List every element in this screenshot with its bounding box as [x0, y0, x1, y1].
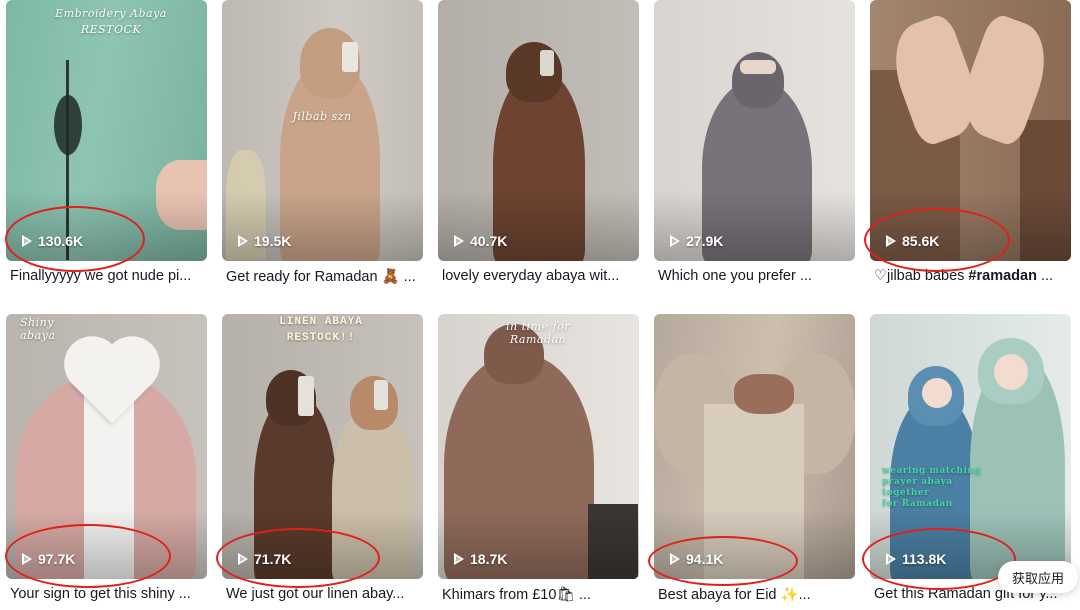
play-icon [670, 235, 680, 247]
video-card[interactable]: Shiny abaya 97.7K Your sign to get this … [6, 314, 207, 610]
phone [540, 50, 554, 76]
overlay-text: Shiny abaya [20, 316, 56, 342]
video-card[interactable]: LINEN ABAYA RESTOCK!! 71.7K We just got … [222, 314, 423, 610]
view-count: 40.7K [454, 233, 507, 249]
play-icon [454, 553, 464, 565]
play-icon [238, 235, 248, 247]
view-count-value: 113.8K [902, 551, 947, 567]
play-icon [22, 553, 32, 565]
overlay-text: wearing matching prayer abaya together f… [882, 466, 982, 509]
caption-suffix: ... [1036, 268, 1054, 284]
video-caption[interactable]: Your sign to get this shiny ... [10, 586, 207, 602]
video-thumbnail[interactable]: Shiny abaya 97.7K [6, 314, 207, 579]
play-icon [886, 553, 896, 565]
embroidery-motif [54, 95, 82, 155]
get-app-label: 获取应用 [1011, 570, 1064, 586]
video-caption[interactable]: Khimars from £10🛍 ... [442, 586, 639, 603]
video-grid: Embroidery Abaya RESTOCK 130.6K Finallyy… [0, 0, 1080, 610]
face [740, 60, 776, 74]
video-card[interactable]: 40.7K lovely everyday abaya wit... [438, 0, 639, 300]
video-thumbnail[interactable]: Jilbab szn 19.5K [222, 0, 423, 261]
video-caption[interactable]: Get ready for Ramadan 🧸 ... [226, 268, 423, 285]
video-thumbnail[interactable]: 85.6K [870, 0, 1071, 261]
hashtag-link[interactable]: #ramadan [968, 268, 1037, 284]
video-caption[interactable]: ♡jilbab babes #ramadan ... [874, 268, 1071, 284]
video-thumbnail[interactable]: in time for Ramadan 18.7K [438, 314, 639, 579]
video-caption[interactable]: We just got our linen abay... [226, 586, 423, 602]
video-thumbnail[interactable]: 40.7K [438, 0, 639, 261]
view-count-value: 71.7K [254, 551, 292, 567]
video-caption[interactable]: Finallyyyyy we got nude pi... [10, 268, 207, 284]
video-card[interactable]: 27.9K Which one you prefer ... [654, 0, 855, 300]
play-icon [886, 235, 896, 247]
video-thumbnail[interactable]: wearing matching prayer abaya together f… [870, 314, 1071, 579]
hands [734, 374, 794, 414]
view-count: 18.7K [454, 551, 507, 567]
view-count-value: 85.6K [902, 233, 940, 249]
face [922, 378, 952, 408]
video-card[interactable]: 94.1K Best abaya for Eid ✨... [654, 314, 855, 610]
view-count: 85.6K [886, 233, 939, 249]
view-count: 19.5K [238, 233, 291, 249]
view-count-value: 130.6K [38, 233, 84, 249]
video-card[interactable]: in time for Ramadan 18.7K Khimars from £… [438, 314, 639, 610]
view-count: 71.7K [238, 551, 291, 567]
video-thumbnail[interactable]: 27.9K [654, 0, 855, 261]
overlay-text: Jilbab szn [292, 110, 352, 123]
video-card[interactable]: Jilbab szn 19.5K Get ready for Ramadan 🧸… [222, 0, 423, 300]
view-count-value: 27.9K [686, 233, 724, 249]
view-count-value: 94.1K [686, 551, 724, 567]
phone [342, 42, 358, 72]
view-count: 113.8K [886, 551, 946, 567]
face [994, 354, 1028, 390]
video-card[interactable]: 85.6K ♡jilbab babes #ramadan ... [870, 0, 1071, 300]
video-card[interactable]: Embroidery Abaya RESTOCK 130.6K Finallyy… [6, 0, 207, 300]
view-count: 27.9K [670, 233, 723, 249]
view-count: 130.6K [22, 233, 83, 249]
view-count: 97.7K [22, 551, 75, 567]
play-icon [22, 235, 32, 247]
view-count-value: 19.5K [254, 233, 292, 249]
caption-prefix: ♡jilbab babes [874, 268, 969, 284]
view-count-value: 18.7K [470, 551, 508, 567]
view-count-value: 40.7K [470, 233, 508, 249]
play-icon [238, 553, 248, 565]
video-thumbnail[interactable]: 94.1K [654, 314, 855, 579]
overlay-text: in time for Ramadan [506, 320, 570, 346]
view-count-value: 97.7K [38, 551, 76, 567]
overlay-text: Embroidery Abaya RESTOCK [55, 7, 167, 36]
view-count: 94.1K [670, 551, 723, 567]
video-caption[interactable]: Which one you prefer ... [658, 268, 855, 284]
video-thumbnail[interactable]: Embroidery Abaya RESTOCK 130.6K [6, 0, 207, 261]
play-icon [670, 553, 680, 565]
get-app-button[interactable]: 获取应用 [997, 561, 1078, 593]
video-caption[interactable]: Best abaya for Eid ✨... [658, 586, 855, 603]
phone [374, 380, 388, 410]
video-thumbnail[interactable]: LINEN ABAYA RESTOCK!! 71.7K [222, 314, 423, 579]
overlay-text: LINEN ABAYA RESTOCK!! [279, 316, 363, 344]
video-caption[interactable]: lovely everyday abaya wit... [442, 268, 639, 284]
play-icon [454, 235, 464, 247]
phone [298, 376, 314, 416]
